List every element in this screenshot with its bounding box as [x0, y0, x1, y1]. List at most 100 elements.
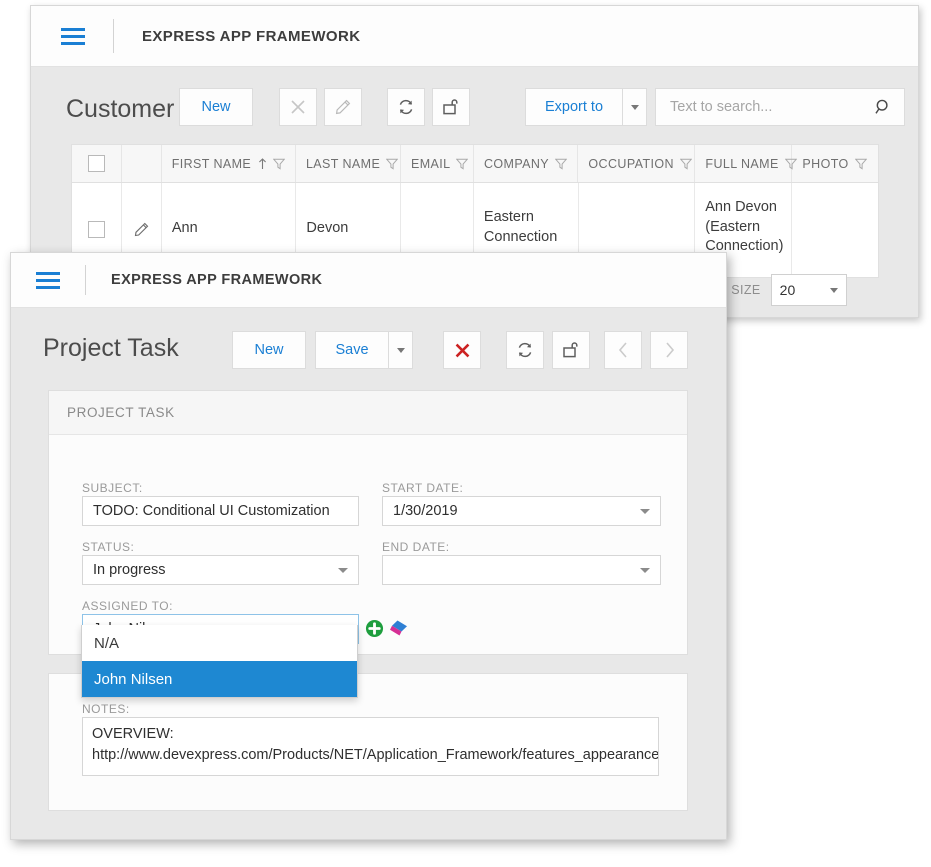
- page-title: Customer: [66, 95, 175, 123]
- export-to-button[interactable]: Export to: [525, 88, 623, 126]
- new-button[interactable]: New: [232, 331, 306, 369]
- funnel-icon[interactable]: [386, 158, 399, 170]
- grid-header-select-all[interactable]: [72, 145, 122, 182]
- refresh-button[interactable]: [506, 331, 544, 369]
- cell-photo: [792, 183, 878, 275]
- project-task-detail-panel: PROJECT TASK SUBJECT: TODO: Conditional …: [48, 390, 688, 655]
- previous-record-button[interactable]: [604, 331, 642, 369]
- grid-header-edit: [122, 145, 162, 182]
- edit-button[interactable]: [324, 88, 362, 126]
- status-label: STATUS:: [82, 540, 135, 554]
- delete-button[interactable]: [443, 331, 481, 369]
- hamburger-icon[interactable]: [36, 271, 60, 289]
- subject-input[interactable]: TODO: Conditional UI Customization: [82, 496, 359, 526]
- subject-value: TODO: Conditional UI Customization: [93, 503, 330, 519]
- chevron-down-icon[interactable]: [640, 508, 650, 514]
- row-checkbox[interactable]: [87, 220, 105, 238]
- page-title: Project Task: [43, 334, 179, 362]
- export-to-label: Export to: [544, 99, 604, 115]
- unlink-button[interactable]: [552, 331, 590, 369]
- column-label: OCCUPATION: [588, 156, 674, 171]
- grid-header-full-name[interactable]: FULL NAME: [695, 145, 797, 182]
- save-button[interactable]: Save: [315, 331, 389, 369]
- grid-header-occupation[interactable]: OCCUPATION: [578, 145, 696, 182]
- funnel-icon[interactable]: [854, 158, 867, 170]
- notes-label: NOTES:: [82, 702, 130, 716]
- column-label: PHOTO: [802, 156, 849, 171]
- titlebar-divider: [113, 19, 114, 53]
- chevron-right-icon: [665, 342, 674, 358]
- funnel-icon[interactable]: [456, 158, 469, 170]
- refresh-icon: [518, 342, 532, 358]
- magnifier-icon[interactable]: [874, 97, 892, 117]
- open-box-icon: [563, 342, 578, 358]
- next-record-button[interactable]: [650, 331, 688, 369]
- pencil-icon[interactable]: [134, 222, 149, 237]
- refresh-button[interactable]: [387, 88, 425, 126]
- start-date-input[interactable]: 1/30/2019: [382, 496, 661, 526]
- grid-header-photo[interactable]: PHOTO: [792, 145, 878, 182]
- dropdown-option-na[interactable]: N/A: [82, 625, 357, 661]
- end-date-input[interactable]: [382, 555, 661, 585]
- project-task-toolbar: Project Task New Save: [11, 308, 726, 381]
- chevron-down-icon[interactable]: [640, 567, 650, 573]
- search-box[interactable]: [655, 88, 905, 126]
- dropdown-option-john-nilsen[interactable]: John Nilsen: [82, 661, 357, 697]
- page-size-select[interactable]: 20: [770, 274, 847, 306]
- status-value: In progress: [93, 562, 166, 578]
- hamburger-icon[interactable]: [61, 27, 85, 45]
- arrow-up-icon[interactable]: [258, 157, 267, 170]
- chevron-down-icon[interactable]: [338, 567, 348, 573]
- clear-value-button[interactable]: [389, 619, 409, 638]
- select-all-checkbox[interactable]: [87, 155, 105, 172]
- save-button-label: Save: [335, 342, 369, 358]
- app-title: EXPRESS APP FRAMEWORK: [111, 272, 323, 288]
- titlebar-divider: [85, 265, 86, 295]
- customer-window-titlebar: EXPRESS APP FRAMEWORK: [31, 6, 918, 67]
- pencil-icon: [335, 99, 351, 115]
- chevron-down-icon: [630, 104, 639, 110]
- open-box-icon: [443, 99, 458, 115]
- export-to-dropdown-button[interactable]: [623, 88, 647, 126]
- new-button-label: New: [254, 342, 284, 358]
- column-label: FULL NAME: [705, 156, 779, 171]
- refresh-icon: [399, 99, 413, 115]
- column-label: EMAIL: [410, 156, 451, 171]
- assigned-to-label: ASSIGNED TO:: [82, 599, 173, 613]
- grid-header-email[interactable]: EMAIL: [401, 145, 474, 182]
- chevron-down-icon: [829, 287, 838, 293]
- end-date-label: END DATE:: [382, 540, 450, 554]
- status-select[interactable]: In progress: [82, 555, 359, 585]
- grid-header-first-name[interactable]: FIRST NAME: [162, 145, 296, 182]
- grid-header-company[interactable]: COMPANY: [474, 145, 579, 182]
- new-button[interactable]: New: [179, 88, 253, 126]
- column-label: FIRST NAME: [171, 156, 252, 171]
- chevron-left-icon: [618, 342, 627, 358]
- delete-button[interactable]: [279, 88, 317, 126]
- notes-line-1: OVERVIEW:: [92, 726, 174, 742]
- search-input[interactable]: [668, 98, 874, 116]
- column-label: LAST NAME: [305, 156, 381, 171]
- save-dropdown-button[interactable]: [389, 331, 413, 369]
- red-x-icon: [455, 343, 469, 357]
- dropdown-option-label: N/A: [94, 634, 120, 652]
- assigned-to-dropdown[interactable]: N/A John Nilsen: [81, 625, 358, 698]
- green-plus-icon: [365, 619, 384, 638]
- project-task-titlebar: EXPRESS APP FRAMEWORK: [11, 253, 726, 308]
- customer-toolbar: Customer New Export to Text to search...: [31, 67, 918, 144]
- dropdown-option-label: John Nilsen: [94, 670, 173, 688]
- notes-textarea[interactable]: OVERVIEW: http://www.devexpress.com/Prod…: [82, 717, 659, 776]
- funnel-icon[interactable]: [272, 158, 285, 170]
- unlink-button[interactable]: [432, 88, 470, 126]
- panel-header: PROJECT TASK: [49, 391, 687, 435]
- start-date-value: 1/30/2019: [393, 503, 458, 519]
- app-title: EXPRESS APP FRAMEWORK: [142, 27, 361, 45]
- grid-header-last-name[interactable]: LAST NAME: [296, 145, 401, 182]
- close-x-icon: [291, 100, 305, 114]
- column-label: COMPANY: [483, 156, 550, 171]
- eraser-icon: [390, 620, 407, 636]
- funnel-icon[interactable]: [555, 158, 568, 170]
- project-task-window: EXPRESS APP FRAMEWORK Project Task New S…: [10, 252, 727, 840]
- funnel-icon[interactable]: [679, 158, 692, 170]
- new-object-button[interactable]: [365, 619, 384, 638]
